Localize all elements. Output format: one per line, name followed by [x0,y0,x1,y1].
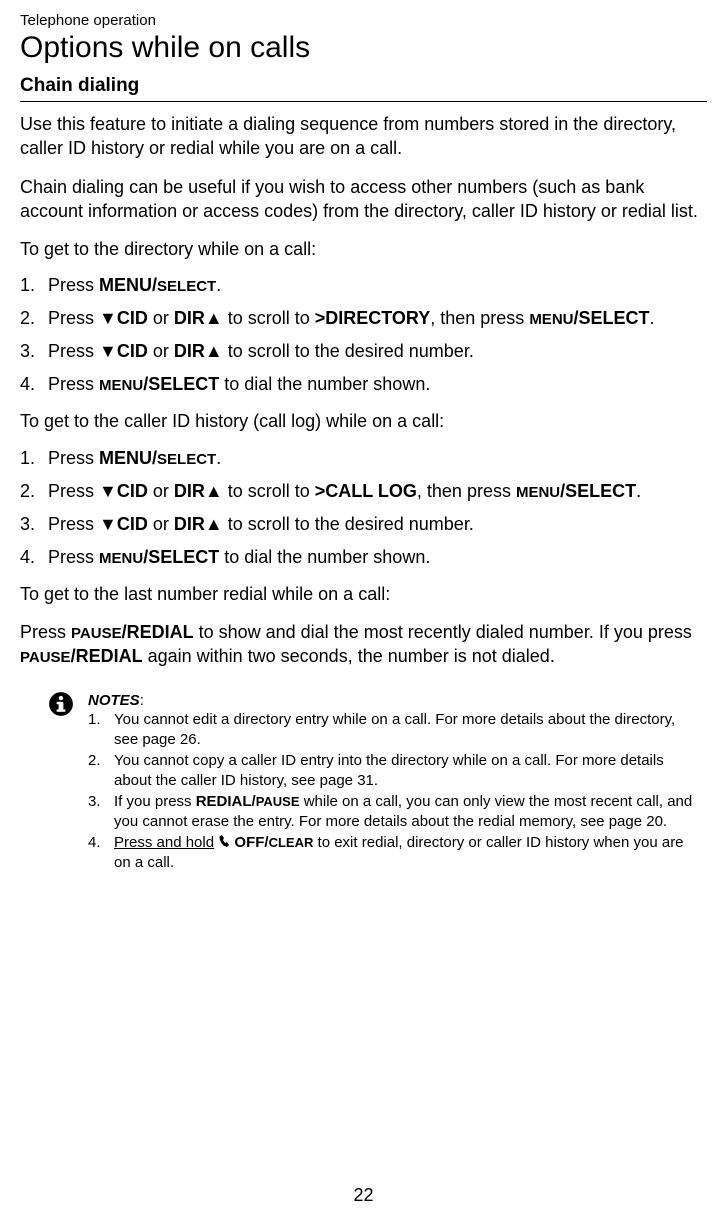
list-text: Press MENU/SELECT to dial the number sho… [48,547,707,568]
list-number: 1. [20,275,48,296]
directory-lead: To get to the directory while on a call: [20,237,707,261]
list-item: 4. Press MENU/SELECT to dial the number … [20,547,707,568]
notes-item: 4. Press and hold OFF/CLEAR to exit redi… [88,833,697,872]
list-number: 2. [20,481,48,502]
section-label: Telephone operation [20,12,707,29]
calllog-lead: To get to the caller ID history (call lo… [20,409,707,433]
list-number: 4. [20,547,48,568]
list-text: Press ▼CID or DIR▲ to scroll to the desi… [48,341,707,362]
list-text: Press ▼CID or DIR▲ to scroll to >CALL LO… [48,481,707,502]
info-icon [48,691,74,717]
notes-block: NOTES: 1. You cannot edit a directory en… [20,691,707,875]
list-item: 2. Press ▼CID or DIR▲ to scroll to >DIRE… [20,308,707,329]
list-number: 3. [20,341,48,362]
list-text: Press ▼CID or DIR▲ to scroll to the desi… [48,514,707,535]
list-item: 3. Press ▼CID or DIR▲ to scroll to the d… [20,341,707,362]
list-number: 1. [20,448,48,469]
list-item: 2. Press ▼CID or DIR▲ to scroll to >CALL… [20,481,707,502]
list-item: 3. Press ▼CID or DIR▲ to scroll to the d… [20,514,707,535]
page-number: 22 [0,1185,727,1206]
intro-paragraph-1: Use this feature to initiate a dialing s… [20,112,707,161]
notes-item: 1. You cannot edit a directory entry whi… [88,710,697,749]
subsection-heading: Chain dialing [20,75,707,102]
list-text: Press MENU/SELECT. [48,448,707,469]
list-text: Press ▼CID or DIR▲ to scroll to >DIRECTO… [48,308,707,329]
redial-lead: To get to the last number redial while o… [20,582,707,606]
intro-paragraph-2: Chain dialing can be useful if you wish … [20,175,707,224]
list-number: 2. [20,308,48,329]
calllog-steps: 1. Press MENU/SELECT. 2. Press ▼CID or D… [20,448,707,568]
directory-steps: 1. Press MENU/SELECT. 2. Press ▼CID or D… [20,275,707,395]
list-item: 1. Press MENU/SELECT. [20,448,707,469]
list-text: Press MENU/SELECT. [48,275,707,296]
notes-item: 3. If you press REDIAL/PAUSE while on a … [88,792,697,831]
page-title: Options while on calls [20,31,707,65]
redial-paragraph: Press PAUSE/REDIAL to show and dial the … [20,620,707,669]
list-text: Press MENU/SELECT to dial the number sho… [48,374,707,395]
list-item: 4. Press MENU/SELECT to dial the number … [20,374,707,395]
phone-icon [218,835,230,849]
list-number: 4. [20,374,48,395]
notes-heading: NOTES [88,692,140,709]
list-number: 3. [20,514,48,535]
notes-item: 2. You cannot copy a caller ID entry int… [88,751,697,790]
list-item: 1. Press MENU/SELECT. [20,275,707,296]
